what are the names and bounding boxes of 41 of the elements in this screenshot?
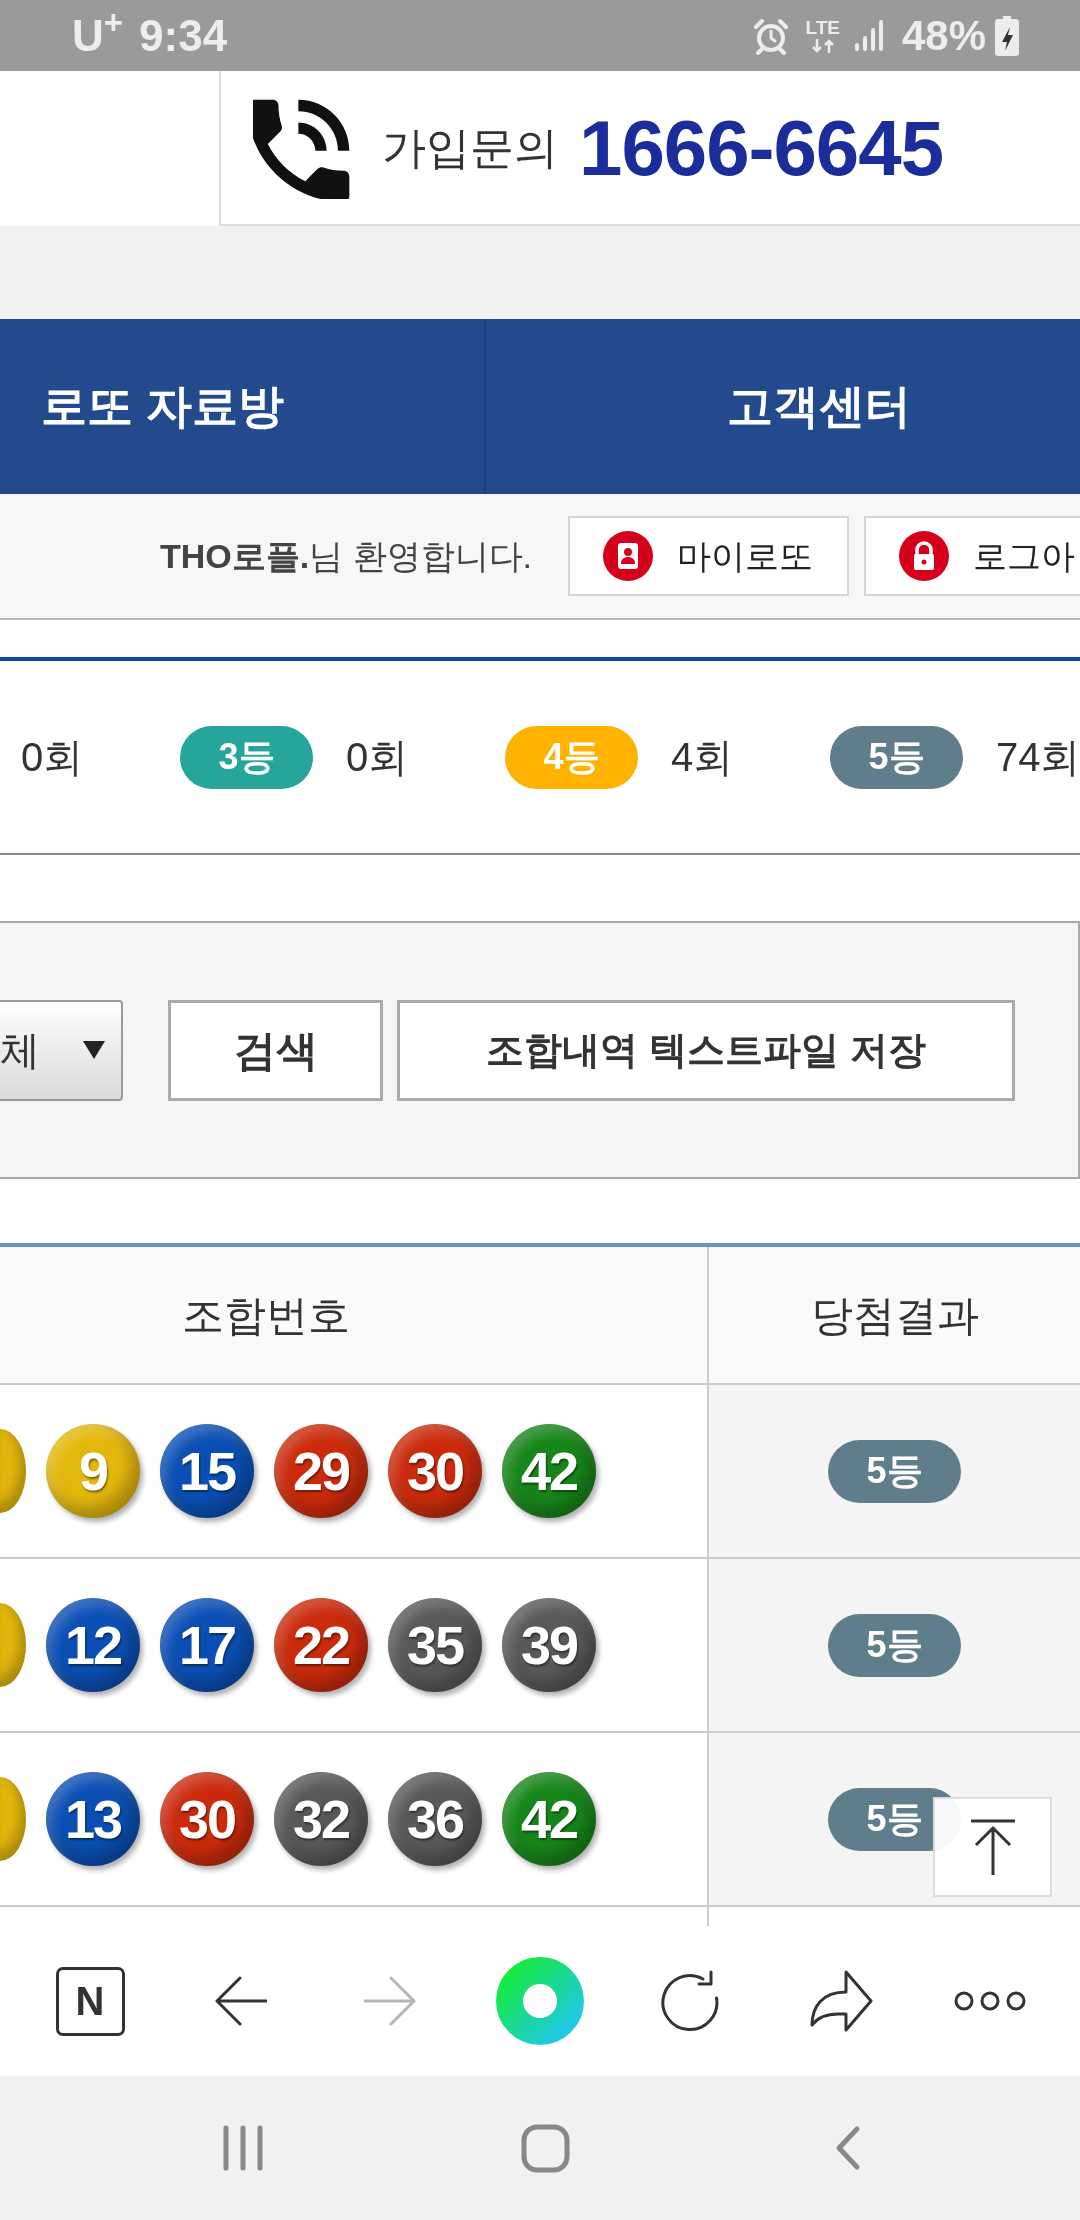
select-field[interactable]: 체 [0, 999, 123, 1101]
caret-icon [83, 1041, 105, 1059]
rank-badge: 5등 [828, 1613, 961, 1677]
phone-number: 1666-6645 [579, 108, 943, 187]
button-label: 마이로또 [677, 535, 813, 577]
win-count: 74회 [996, 734, 1080, 781]
carrier-name: U$^{+}$ [72, 13, 124, 58]
nav-menu-item[interactable]: 고객센터 [486, 319, 1080, 494]
reload-icon[interactable] [659, 1970, 721, 2032]
rank-badge: 5등 [828, 1439, 961, 1503]
scroll-top-button[interactable] [933, 1797, 1052, 1897]
rank-badge: 3등 [180, 725, 313, 789]
battery-percent: 48% [901, 14, 986, 57]
home-icon[interactable] [521, 2123, 570, 2173]
lock-icon [899, 531, 949, 581]
welcome-message: THO로플.님 환영합니다. [159, 535, 532, 577]
contact-label: 가입문의 [382, 125, 558, 170]
data-arrows-icon [810, 39, 835, 53]
rank-badge: 5등 [830, 725, 963, 789]
battery-icon [995, 15, 1019, 56]
win-count: 0회 [346, 734, 409, 781]
recent-apps-icon[interactable] [222, 2125, 265, 2171]
person-icon [603, 531, 653, 581]
arrow-up-icon [969, 1819, 1016, 1875]
logout-button[interactable]: 로그아 [864, 516, 1080, 596]
save-text-file-button[interactable]: 조합내역 텍스트파일 저장 [397, 999, 1015, 1101]
search-button[interactable]: 검색 [168, 999, 383, 1101]
more-icon[interactable] [954, 1990, 1026, 2012]
network-type: LTE [805, 18, 840, 37]
clock-time: 9:34 [139, 13, 228, 58]
win-count: 0회 [21, 734, 84, 781]
win-count: 4회 [671, 734, 734, 781]
alarm-icon [752, 16, 791, 55]
column-header: 당첨결과 [709, 1247, 1080, 1383]
column-header: 조합번호 [0, 1247, 709, 1383]
back-icon[interactable] [213, 1976, 267, 2026]
signal-icon [853, 20, 885, 51]
button-label: 로그아 [973, 535, 1075, 577]
my-page-button[interactable]: 마이로또 [568, 516, 849, 596]
rank-badge: 4등 [505, 725, 638, 789]
tabs-button[interactable]: N [55, 1966, 125, 2036]
